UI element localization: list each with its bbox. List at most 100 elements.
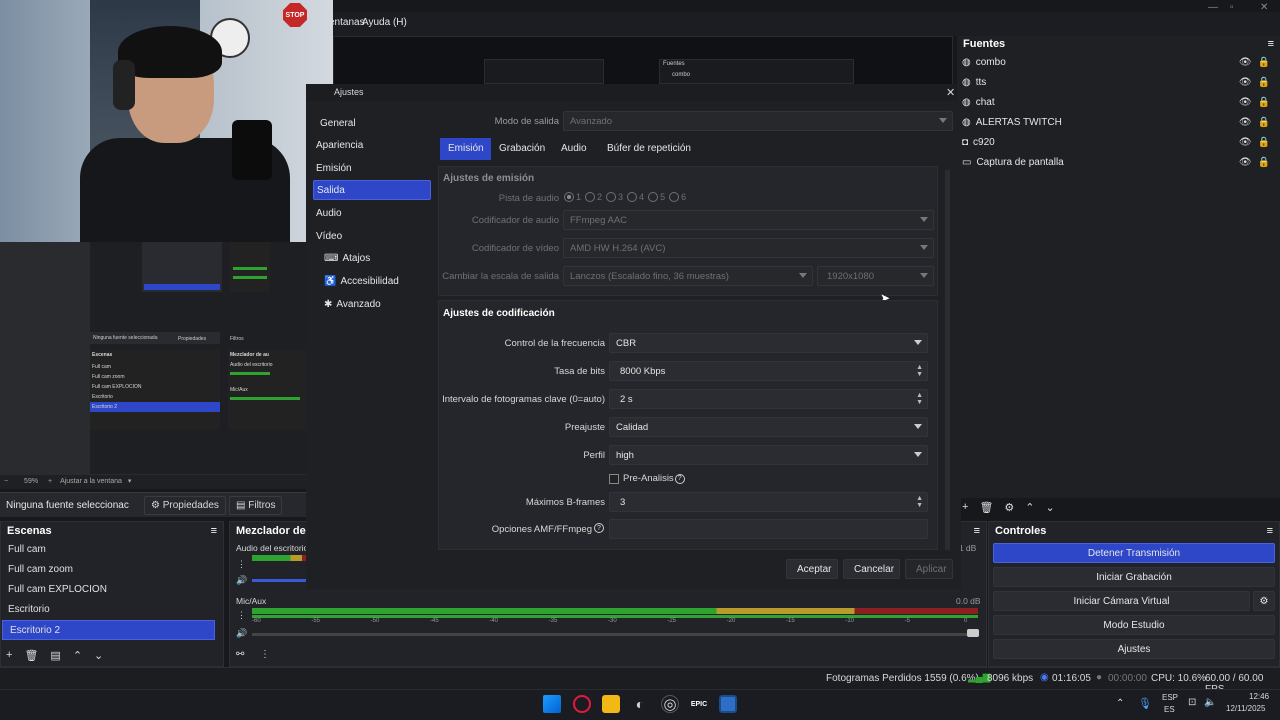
kebab-icon[interactable]: ⋮ bbox=[237, 610, 246, 621]
fit-window-select[interactable]: Ajustar a la ventana bbox=[60, 478, 122, 485]
add-icon[interactable]: + bbox=[962, 501, 968, 514]
source-item[interactable]: ▭ Captura de pantalla 👁 🔒 bbox=[962, 153, 1276, 171]
source-item[interactable]: ◍ tts 👁 🔒 bbox=[962, 73, 1276, 91]
start-recording-button[interactable]: Iniciar Grabación bbox=[993, 567, 1275, 587]
windows-start-icon[interactable] bbox=[543, 695, 561, 713]
eye-icon[interactable]: 👁 bbox=[1239, 137, 1252, 148]
steam-icon[interactable]: ◐ bbox=[631, 695, 649, 713]
tab-bufer[interactable]: Búfer de repetición bbox=[599, 138, 699, 160]
lock-icon[interactable]: 🔒 bbox=[1258, 117, 1270, 128]
lock-icon[interactable]: 🔒 bbox=[1258, 77, 1270, 88]
virtual-camera-button[interactable]: Iniciar Cámara Virtual bbox=[993, 591, 1250, 611]
zoom-minus-icon[interactable]: − bbox=[4, 478, 8, 485]
network-icon[interactable]: ⊡ bbox=[1188, 697, 1196, 708]
chevron-up-icon[interactable]: ⌃ bbox=[1116, 698, 1124, 709]
rescale-filter-select[interactable]: Lanczos (Escalado fino, 36 muestras) bbox=[563, 266, 813, 286]
link-icon[interactable]: ⚯ bbox=[236, 649, 244, 660]
scene-item[interactable]: Full cam zoom bbox=[1, 560, 223, 580]
nav-atajos[interactable]: ⌨ Atajos bbox=[321, 248, 439, 268]
trash-icon[interactable]: 🗑 bbox=[24, 649, 38, 662]
maximize-icon[interactable]: ▫ bbox=[1230, 2, 1234, 13]
keyframe-spinbox[interactable]: 2 s ▲ ▼ bbox=[609, 389, 928, 409]
nav-accesibilidad[interactable]: ♿ Accesibilidad bbox=[321, 271, 439, 291]
scrollbar[interactable] bbox=[945, 170, 950, 550]
tab-emision[interactable]: Emisión bbox=[440, 138, 492, 160]
language-primary[interactable]: ESP bbox=[1162, 693, 1178, 702]
audio-track-radio[interactable]: 4 bbox=[627, 192, 644, 202]
menu-ayuda[interactable]: Ayuda (H) bbox=[362, 17, 407, 28]
menu-ventanas[interactable]: entanas bbox=[329, 17, 365, 28]
audio-track-radio[interactable]: 5 bbox=[648, 192, 665, 202]
output-mode-select[interactable]: Avanzado bbox=[563, 111, 953, 131]
nav-audio[interactable]: Audio bbox=[313, 203, 431, 223]
slider-handle[interactable] bbox=[967, 629, 979, 637]
arrow-down-icon[interactable]: ⌄ bbox=[94, 649, 103, 662]
opera-icon[interactable] bbox=[573, 695, 591, 713]
video-encoder-select[interactable]: AMD HW H.264 (AVC) bbox=[563, 238, 934, 258]
audio-encoder-select[interactable]: FFmpeg AAC bbox=[563, 210, 934, 230]
rescale-resolution-select[interactable]: 1920x1080 bbox=[817, 266, 934, 286]
nav-video[interactable]: Vídeo bbox=[313, 226, 431, 246]
audio-track-radio[interactable]: 2 bbox=[585, 192, 602, 202]
obs-icon[interactable]: ◎ bbox=[661, 695, 679, 713]
preanalysis-checkbox[interactable] bbox=[609, 473, 619, 484]
lock-icon[interactable]: 🔒 bbox=[1258, 137, 1270, 148]
stop-stream-button[interactable]: Detener Transmisión bbox=[993, 543, 1275, 563]
apply-button[interactable]: Aplicar bbox=[905, 559, 953, 579]
eye-icon[interactable]: 👁 bbox=[1239, 117, 1252, 128]
source-item[interactable]: ◍ combo 👁 🔒 bbox=[962, 53, 1276, 71]
arrow-up-icon[interactable]: ⌃ bbox=[73, 649, 82, 662]
lock-icon[interactable]: 🔒 bbox=[1258, 97, 1270, 108]
audio-track-radio[interactable]: 1 bbox=[564, 192, 581, 202]
panel-menu-icon[interactable]: ≡ bbox=[211, 525, 217, 537]
close-icon[interactable]: ✕ bbox=[946, 86, 955, 99]
zoom-plus-icon[interactable]: + bbox=[48, 478, 52, 485]
eye-icon[interactable]: 👁 bbox=[1239, 57, 1252, 68]
spin-arrows-icon[interactable]: ▲ ▼ bbox=[916, 392, 923, 406]
clock-date[interactable]: 12/11/2025 bbox=[1226, 704, 1265, 713]
scene-item[interactable]: Escritorio bbox=[1, 600, 223, 620]
source-item[interactable]: ◘ c920 👁 🔒 bbox=[962, 133, 1276, 151]
arrow-up-icon[interactable]: ⌃ bbox=[1025, 501, 1034, 514]
help-icon[interactable]: ? bbox=[594, 523, 604, 533]
clock-time[interactable]: 12:46 bbox=[1249, 692, 1269, 701]
speaker-icon[interactable]: 🔊 bbox=[236, 575, 247, 586]
minimize-icon[interactable]: — bbox=[1208, 2, 1218, 13]
eye-icon[interactable]: 👁 bbox=[1239, 77, 1252, 88]
scene-item[interactable]: Full cam EXPLOCION bbox=[1, 580, 223, 600]
cancel-button[interactable]: Cancelar bbox=[843, 559, 900, 579]
trash-icon[interactable]: 🗑 bbox=[979, 501, 993, 514]
audio-track-radio[interactable]: 6 bbox=[669, 192, 686, 202]
desktop-volume-slider[interactable] bbox=[252, 579, 312, 582]
speaker-icon[interactable]: 🔊 bbox=[236, 628, 247, 639]
nav-salida[interactable]: Salida bbox=[313, 180, 431, 200]
spin-arrows-icon[interactable]: ▲ ▼ bbox=[916, 495, 923, 509]
scene-item[interactable]: Full cam bbox=[1, 540, 223, 560]
nav-general[interactable]: General bbox=[313, 113, 431, 133]
scene-item-selected[interactable]: Escritorio 2 bbox=[2, 620, 215, 640]
nav-emision[interactable]: Emisión bbox=[313, 158, 431, 178]
add-icon[interactable]: + bbox=[6, 649, 12, 662]
arrow-down-icon[interactable]: ⌄ bbox=[1046, 501, 1055, 514]
microphone-tray-icon[interactable]: 🎙 bbox=[1138, 697, 1152, 710]
language-secondary[interactable]: ES bbox=[1164, 705, 1175, 714]
bitrate-spinbox[interactable]: 8000 Kbps ▲ ▼ bbox=[609, 361, 928, 381]
spin-arrows-icon[interactable]: ▲ ▼ bbox=[916, 364, 923, 378]
mic-volume-slider[interactable] bbox=[252, 633, 972, 636]
gear-icon[interactable]: ⚙ bbox=[1004, 501, 1014, 514]
tab-grabacion[interactable]: Grabación bbox=[491, 138, 554, 160]
source-item[interactable]: ◍ chat 👁 🔒 bbox=[962, 93, 1276, 111]
help-icon[interactable]: ? bbox=[674, 473, 685, 484]
preset-select[interactable]: Calidad bbox=[609, 417, 928, 437]
studio-mode-button[interactable]: Modo Estudio bbox=[993, 615, 1275, 635]
filter-icon[interactable]: ▤ bbox=[50, 649, 60, 662]
tab-audio[interactable]: Audio bbox=[553, 138, 595, 160]
bframes-spinbox[interactable]: 3 ▲ ▼ bbox=[609, 492, 928, 512]
rate-control-select[interactable]: CBR bbox=[609, 333, 928, 353]
nav-apariencia[interactable]: Apariencia bbox=[313, 135, 431, 155]
close-window-icon[interactable]: ✕ bbox=[1260, 2, 1268, 13]
eye-icon[interactable]: 👁 bbox=[1239, 157, 1252, 168]
source-item[interactable]: ◍ ALERTAS TWITCH 👁 🔒 bbox=[962, 113, 1276, 131]
settings-button[interactable]: Ajustes bbox=[993, 639, 1275, 659]
profile-select[interactable]: high bbox=[609, 445, 928, 465]
